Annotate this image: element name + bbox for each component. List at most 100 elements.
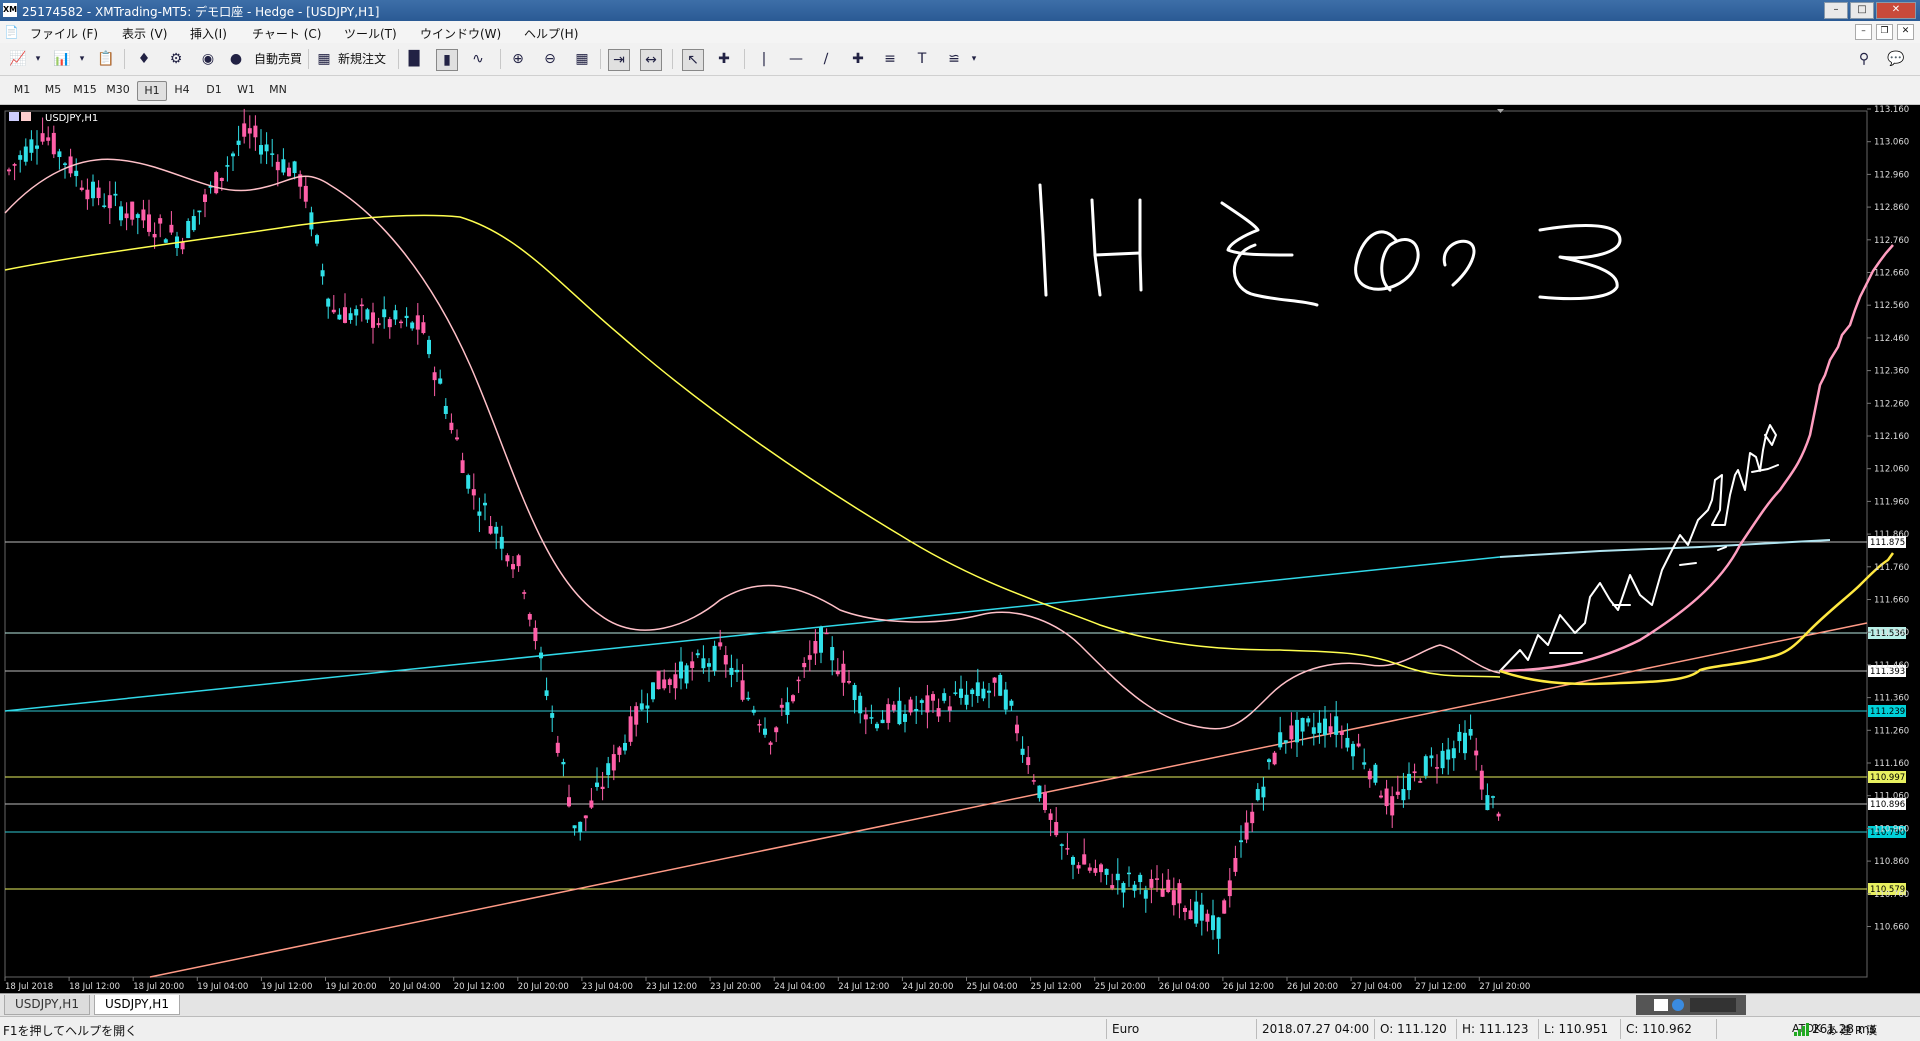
menu-tools[interactable]: ツール(T)	[344, 25, 397, 42]
menu-insert[interactable]: 挿入(I)	[190, 25, 227, 42]
auto-trade-button[interactable]: 自動売買	[254, 49, 302, 69]
ime-icon[interactable]	[1654, 999, 1668, 1011]
candle-body	[91, 181, 95, 199]
candle-body	[863, 714, 868, 720]
candle-body	[371, 312, 375, 328]
dropdown-arrow-icon[interactable]: ▾	[72, 49, 92, 69]
candle-body	[1093, 868, 1098, 873]
timeframe-m1[interactable]: M1	[8, 81, 36, 99]
vertical-line-icon[interactable]: |	[754, 49, 774, 69]
trend-line-icon[interactable]: ∕	[816, 49, 836, 69]
price-axis-label: 111.860	[1874, 530, 1909, 540]
dropdown-arrow-icon[interactable]: ▾	[964, 49, 984, 69]
timeframe-mn[interactable]: MN	[264, 81, 292, 99]
timeframe-m5[interactable]: M5	[39, 81, 67, 99]
crosshair-icon[interactable]: ✚	[714, 49, 734, 69]
price-chart[interactable]: 111.875111.536111.393111.239110.997110.8…	[0, 105, 1920, 993]
cursor-icon[interactable]: ↖	[682, 49, 704, 71]
candle-body	[1435, 767, 1439, 769]
candle-body	[975, 682, 980, 696]
auto-scroll-icon[interactable]: ⇥	[608, 49, 630, 71]
timeframe-m30[interactable]: M30	[104, 81, 132, 99]
ime-mode-icon[interactable]	[1690, 998, 1736, 1012]
candle-body	[1082, 854, 1087, 865]
candle-body	[897, 700, 902, 725]
menu-chart[interactable]: チャート (C)	[252, 25, 321, 42]
zoom-out-icon[interactable]: ⊖	[540, 49, 560, 69]
tab-usdjpy-h1-active[interactable]: USDJPY,H1	[94, 995, 180, 1015]
candle-body	[1345, 737, 1350, 748]
candle-body	[634, 706, 639, 725]
candle-body	[219, 177, 224, 182]
timeframe-h1[interactable]: H1	[137, 81, 167, 101]
candle-body	[287, 167, 291, 177]
fibonacci-icon[interactable]: ✚	[848, 49, 868, 69]
profiles-icon[interactable]: 📊	[52, 49, 72, 69]
horizontal-line-icon[interactable]: —	[786, 49, 806, 69]
candle-body	[970, 689, 975, 695]
bar-chart-icon[interactable]: █	[404, 49, 424, 69]
chart-area[interactable]: 111.875 111.536 111.393 111.239 110.997 110.8…	[0, 105, 1920, 993]
minimize-button[interactable]: –	[1824, 2, 1848, 19]
maximize-button[interactable]: □	[1850, 2, 1874, 19]
chart-shift-icon[interactable]: ↔	[640, 49, 662, 71]
price-tag-label: 111.239	[1870, 707, 1905, 717]
candle-body	[1121, 883, 1126, 893]
candle-body	[35, 145, 39, 149]
new-order-icon[interactable]: ▦	[314, 49, 334, 69]
tab-usdjpy-h1[interactable]: USDJPY,H1	[4, 995, 90, 1015]
tile-windows-icon[interactable]: ▦	[572, 49, 592, 69]
auto-trade-icon[interactable]: ●	[226, 49, 246, 69]
timeframe-m15[interactable]: M15	[71, 81, 99, 99]
dropdown-arrow-icon[interactable]: ▾	[28, 49, 48, 69]
time-axis-label: 18 Jul 2018	[5, 982, 53, 992]
market-watch-icon[interactable]: ♦	[134, 49, 154, 69]
menu-help[interactable]: ヘルプ(H)	[524, 25, 578, 42]
candle-body	[942, 693, 947, 701]
mdi-restore-button[interactable]: ❐	[1876, 24, 1893, 40]
timeframe-d1[interactable]: D1	[200, 81, 228, 99]
timeframe-h4[interactable]: H4	[168, 81, 196, 99]
document-icon[interactable]: 📄	[4, 25, 19, 39]
toolbar: 📈 ▾ 📊 ▾ 📋 ♦ ⚙ ◉ ● 自動売買 ▦ 新規注文 █ ▮ ∿ ⊕ ⊖ …	[0, 43, 1920, 76]
candle-body	[600, 786, 605, 789]
candle-body	[992, 677, 997, 683]
candle-body	[466, 475, 471, 489]
candle-body	[936, 708, 941, 717]
candle-body	[1272, 752, 1277, 765]
navigator-icon[interactable]: ⚙	[166, 49, 186, 69]
zoom-in-icon[interactable]: ⊕	[508, 49, 528, 69]
new-order-button[interactable]: 新規注文	[338, 49, 386, 69]
menu-window[interactable]: ウインドウ(W)	[420, 25, 501, 42]
price-axis-label: 112.260	[1874, 399, 1909, 409]
chat-icon[interactable]: 💬	[1886, 49, 1906, 69]
timeframe-w1[interactable]: W1	[232, 81, 260, 99]
status-close: C: 110.962	[1626, 1022, 1692, 1036]
ime-help-icon[interactable]	[1672, 999, 1684, 1011]
price-tag-label: 110.997	[1870, 773, 1905, 783]
channels-icon[interactable]: ≡	[880, 49, 900, 69]
status-profile[interactable]: Euro	[1112, 1022, 1139, 1036]
price-axis-label: 112.760	[1874, 236, 1909, 246]
candle-body	[270, 153, 275, 155]
signals-icon[interactable]: ◉	[198, 49, 218, 69]
mdi-minimize-button[interactable]: –	[1855, 24, 1872, 40]
candle-body	[953, 692, 958, 694]
candle-body	[1463, 732, 1467, 754]
candle-body	[555, 742, 560, 753]
candle-body	[746, 697, 751, 700]
search-icon[interactable]: ⚲	[1854, 49, 1874, 69]
ime-toolbar[interactable]	[1636, 995, 1746, 1015]
menu-view[interactable]: 表示 (V)	[122, 25, 167, 42]
candle-body	[18, 155, 23, 160]
copy-icon[interactable]: 📋	[96, 49, 116, 69]
shapes-icon[interactable]: ≌	[944, 49, 964, 69]
line-chart-icon[interactable]: ∿	[468, 49, 488, 69]
mdi-close-button[interactable]: ✕	[1897, 24, 1914, 40]
candlestick-icon[interactable]: ▮	[436, 49, 458, 71]
close-button[interactable]: ✕	[1876, 2, 1916, 19]
new-chart-icon[interactable]: 📈	[8, 49, 28, 69]
text-icon[interactable]: T	[912, 49, 932, 69]
candle-body	[1188, 910, 1193, 919]
menu-file[interactable]: ファイル (F)	[30, 25, 98, 42]
